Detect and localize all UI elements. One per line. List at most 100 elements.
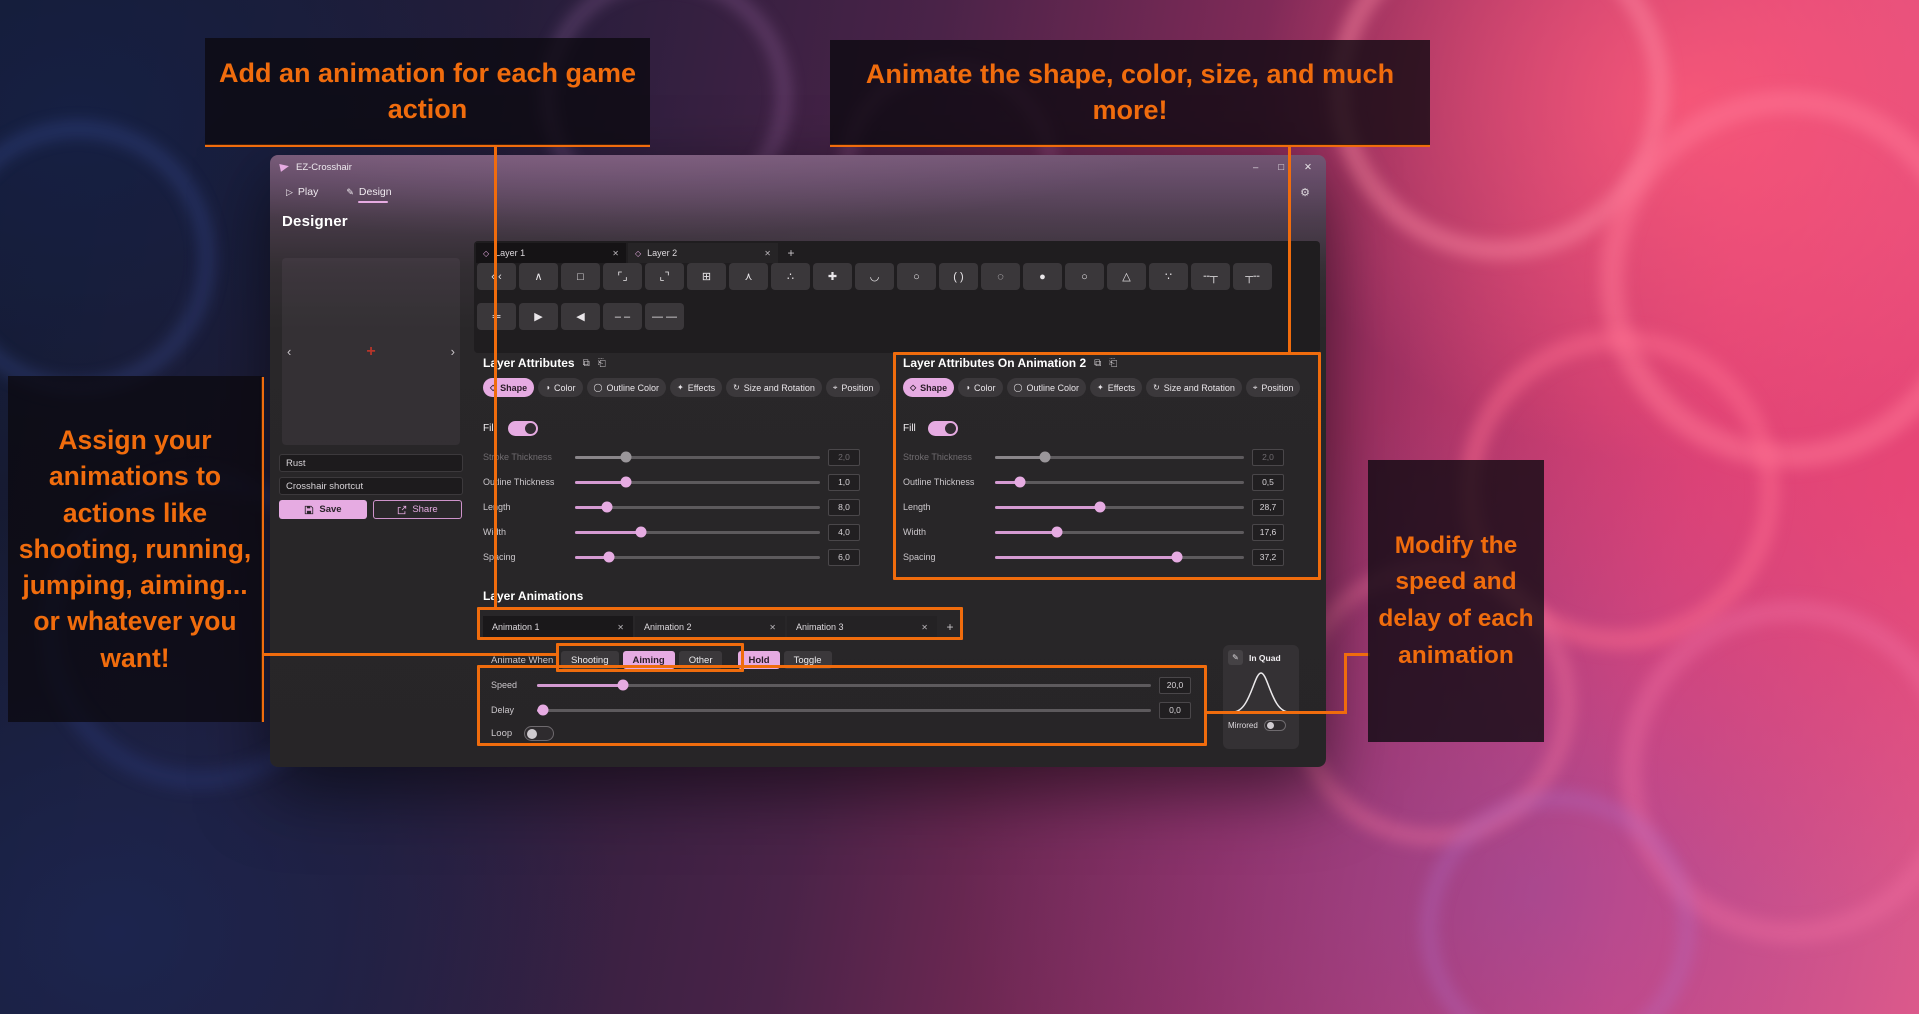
tool-cross-button[interactable]: ✚ — [813, 263, 852, 290]
tool-glyph-icon: — — — [652, 311, 677, 323]
play-icon: ▷ — [286, 187, 293, 198]
tool-dot-button[interactable]: ● — [1023, 263, 1062, 290]
connector-line — [1207, 711, 1347, 714]
decor-ring — [1600, 90, 1919, 468]
connector-line — [494, 144, 497, 610]
slider-thumb[interactable] — [621, 477, 632, 488]
tool-left-triangle-button[interactable]: ◀ — [561, 303, 600, 330]
edit-easing-button[interactable]: ✎ — [1228, 650, 1243, 665]
connector-line — [1346, 653, 1370, 656]
layer-diamond-icon: ◇ — [483, 249, 489, 258]
tab-shape[interactable]: ◇ Shape — [483, 378, 534, 397]
callout-modify-speed: Modify the speed and delay of each anima… — [1368, 460, 1544, 742]
crosshair-preview: + — [366, 343, 375, 361]
mirrored-toggle[interactable] — [1264, 720, 1286, 731]
tool-dashed-circle-button[interactable]: ◌ — [981, 263, 1020, 290]
outline-thickness-slider: Outline Thickness 1,0 — [483, 475, 860, 489]
next-arrow-button[interactable]: › — [451, 344, 455, 359]
tool-bracket-cross-button[interactable]: ⊞ — [687, 263, 726, 290]
tab-size-rotation[interactable]: ↻ Size and Rotation — [726, 378, 822, 397]
slider-track[interactable] — [575, 506, 820, 509]
connector-line — [1344, 653, 1347, 714]
tool-chevron-up-button[interactable]: ∧ — [519, 263, 558, 290]
slider-track[interactable] — [575, 531, 820, 534]
crosshair-shortcut-input[interactable] — [279, 477, 463, 495]
slider-track[interactable] — [575, 456, 820, 459]
slider-thumb[interactable] — [636, 527, 647, 538]
highlight-box-animation-attributes — [893, 352, 1321, 580]
slider-track[interactable] — [575, 481, 820, 484]
tool-corners-small-button[interactable]: ⌜⌟ — [603, 263, 642, 290]
tool-corners-button[interactable]: ⌞⌝ — [645, 263, 684, 290]
slider-thumb[interactable] — [601, 502, 612, 513]
tool-dot-cross-button[interactable]: ∴ — [771, 263, 810, 290]
tool-circle-brackets-button[interactable]: ( ) — [939, 263, 978, 290]
close-tab-icon[interactable]: ✕ — [612, 249, 619, 258]
add-layer-button[interactable]: + — [780, 243, 802, 263]
tool-tshape-button[interactable]: ╌┬ — [1191, 263, 1230, 290]
tab-icon: ◯ — [594, 383, 603, 392]
tab-position[interactable]: ⌖ Position — [826, 378, 881, 397]
width-slider: Width 4,0 — [483, 525, 860, 539]
tool-small-circle-button[interactable]: ○ — [1065, 263, 1104, 290]
nav-design[interactable]: ✎ Design — [346, 186, 391, 198]
tool-tshape-2-button[interactable]: ┬╌ — [1233, 263, 1272, 290]
decor-ring — [1420, 790, 1696, 1014]
tool-glyph-icon: ┬╌ — [1245, 270, 1259, 283]
tab-icon: ✦ — [677, 383, 684, 392]
minimize-button[interactable]: – — [1253, 162, 1258, 173]
tool-glyph-icon: ● — [1039, 271, 1046, 283]
toggle-knob — [1267, 722, 1274, 729]
crosshair-preview-panel: ‹ + › — [282, 258, 460, 445]
game-name-input[interactable] — [279, 454, 463, 472]
copy-attributes-icon[interactable]: ⧉ — [583, 358, 590, 369]
tool-play-shape-button[interactable]: ▶ — [519, 303, 558, 330]
save-button[interactable]: Save — [279, 500, 367, 519]
close-button[interactable]: ✕ — [1304, 162, 1312, 173]
tab-outline-color[interactable]: ◯ Outline Color — [587, 378, 666, 397]
tool-square-button[interactable]: □ — [561, 263, 600, 290]
nav-play[interactable]: ▷ Play — [286, 186, 318, 198]
slider-value[interactable]: 8,0 — [828, 499, 860, 516]
slider-thumb[interactable] — [621, 452, 632, 463]
design-icon: ✎ — [346, 187, 354, 198]
tool-triangle-button[interactable]: △ — [1107, 263, 1146, 290]
slider-track[interactable] — [575, 556, 820, 559]
save-label: Save — [319, 504, 341, 515]
tool-glyph-icon: □ — [577, 271, 584, 283]
tool-dot-triangle-button[interactable]: ∵ — [1149, 263, 1188, 290]
tool-glyph-icon: ▶ — [534, 310, 542, 323]
slider-value[interactable]: 2,0 — [828, 449, 860, 466]
highlight-box-animation-tabs — [477, 607, 963, 640]
tab-layer-2[interactable]: ◇ Layer 2 ✕ — [628, 243, 778, 263]
slider-value[interactable]: 6,0 — [828, 549, 860, 566]
tool-arc-button[interactable]: ◡ — [855, 263, 894, 290]
tab-color[interactable]: ◑ Color — [538, 378, 582, 397]
slider-value[interactable]: 4,0 — [828, 524, 860, 541]
tool-glyph-icon: ⋏ — [744, 270, 752, 283]
tool-dashes-button[interactable]: – – — [603, 303, 642, 330]
tool-branch-button[interactable]: ⋏ — [729, 263, 768, 290]
slider-value[interactable]: 1,0 — [828, 474, 860, 491]
settings-gear-icon[interactable]: ⚙ — [1300, 186, 1310, 199]
tab-effects[interactable]: ✦ Effects — [670, 378, 722, 397]
paste-attributes-icon[interactable]: ⎗ — [598, 358, 606, 369]
maximize-button[interactable]: □ — [1278, 162, 1284, 173]
tool-glyph-icon: ∵ — [1165, 270, 1172, 283]
background: EZ-Crosshair – □ ✕ ▷ Play ✎ Design ⚙ Des… — [0, 0, 1919, 1014]
decor-ring — [0, 120, 216, 396]
tool-glyph-icon: ╌┬ — [1203, 270, 1217, 283]
tab-label: Shape — [500, 383, 527, 393]
tool-circle-button[interactable]: ○ — [897, 263, 936, 290]
slider-thumb[interactable] — [604, 552, 615, 563]
fill-toggle[interactable] — [508, 421, 538, 436]
tab-layer-1[interactable]: ◇ Layer 1 ✕ — [476, 243, 626, 263]
share-button[interactable]: Share — [373, 500, 462, 519]
easing-curve — [1230, 668, 1292, 716]
close-tab-icon[interactable]: ✕ — [764, 249, 771, 258]
connector-line — [1288, 144, 1291, 354]
callout-add-animation: Add an animation for each game action — [205, 38, 650, 145]
prev-arrow-button[interactable]: ‹ — [287, 344, 291, 359]
tool-wide-dashes-button[interactable]: — — — [645, 303, 684, 330]
layer-diamond-icon: ◇ — [635, 249, 641, 258]
